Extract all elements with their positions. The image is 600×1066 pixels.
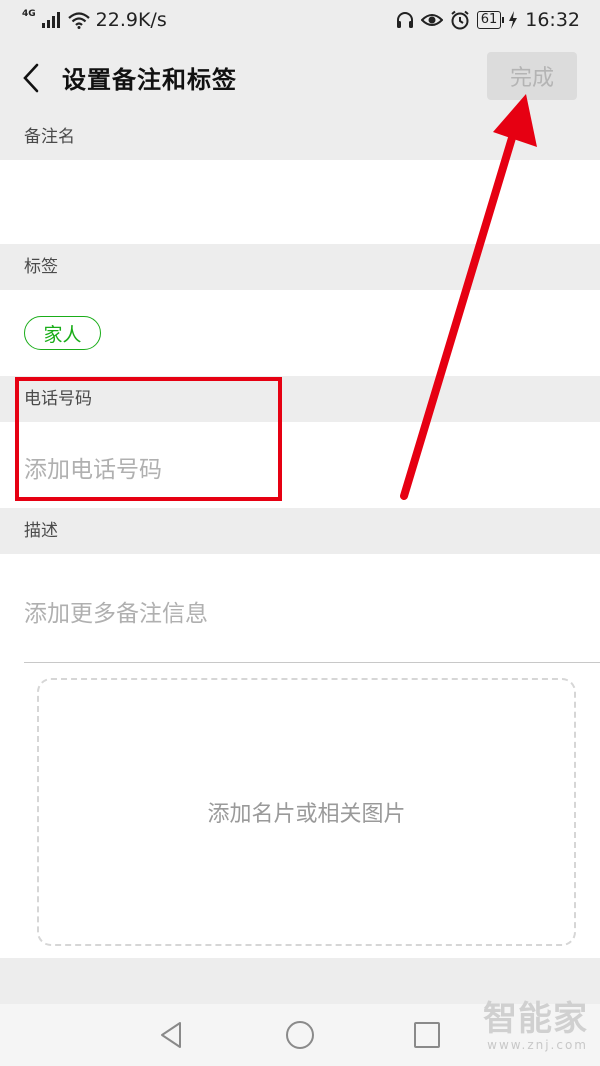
watermark: 智能家 www.znj.com — [483, 1000, 588, 1052]
tag-chip-family[interactable]: 家人 — [24, 316, 101, 350]
remark-section-label: 备注名 — [0, 114, 600, 160]
eye-icon — [420, 14, 443, 26]
add-image-label: 添加名片或相关图片 — [207, 802, 406, 827]
description-placeholder[interactable]: 添加更多备注信息 — [24, 594, 208, 628]
highlight-box — [15, 377, 282, 501]
title-bar: 设置备注和标签 完成 — [0, 42, 600, 114]
tags-area[interactable]: 家人 — [0, 290, 600, 376]
battery-level: 61 — [476, 11, 504, 29]
signal-icon — [41, 12, 60, 28]
nav-recents-icon[interactable] — [410, 1018, 444, 1052]
watermark-brand: 智能家 — [483, 999, 588, 1039]
watermark-url: www.znj.com — [487, 1038, 588, 1052]
status-bar: 4G 22.9K/s 61 16:32 — [0, 0, 600, 42]
description-divider — [24, 662, 600, 663]
nav-home-icon[interactable] — [283, 1018, 317, 1052]
status-right: 61 16:32 — [396, 9, 580, 31]
network-speed: 22.9K/s — [95, 9, 167, 31]
network-type: 4G — [22, 9, 36, 19]
clock-time: 16:32 — [525, 9, 580, 31]
done-button[interactable]: 完成 — [487, 52, 577, 100]
nav-back-icon[interactable] — [155, 1018, 189, 1052]
add-image-button[interactable]: 添加名片或相关图片 — [37, 678, 576, 946]
description-section-label: 描述 — [0, 508, 600, 554]
tags-section-label: 标签 — [0, 244, 600, 290]
back-arrow-icon[interactable] — [18, 62, 44, 94]
status-left: 4G 22.9K/s — [22, 9, 167, 31]
alarm-icon — [451, 10, 469, 30]
wifi-icon — [67, 11, 90, 29]
charging-icon — [509, 11, 518, 29]
page-title: 设置备注和标签 — [62, 66, 237, 94]
remark-name-input[interactable] — [0, 160, 600, 244]
headphones-icon — [396, 12, 413, 28]
